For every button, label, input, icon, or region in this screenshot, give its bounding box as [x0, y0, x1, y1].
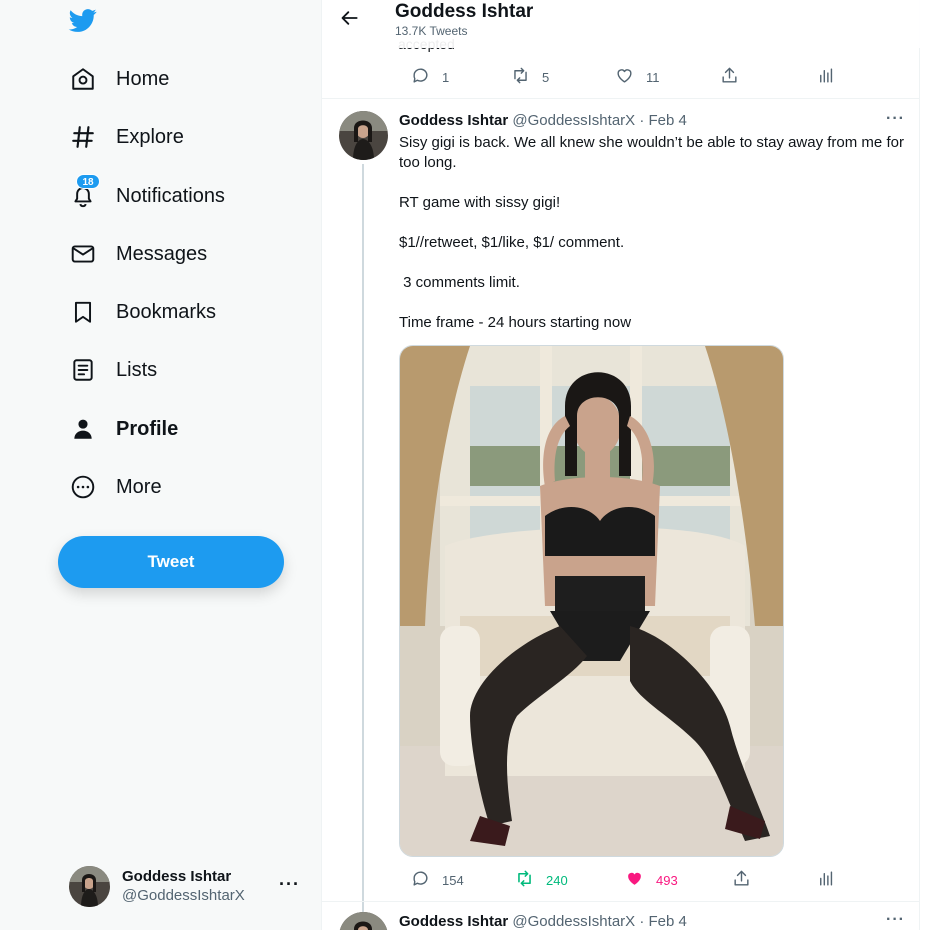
sidebar-item-label: Notifications	[116, 184, 225, 207]
tweet-author-name[interactable]: Goddess Ishtar	[399, 112, 508, 129]
more-circle-icon	[58, 465, 108, 509]
tweet-button[interactable]: Tweet	[58, 536, 284, 588]
analytics-button[interactable]	[804, 66, 835, 88]
tweet-more-icon[interactable]: ···	[886, 911, 905, 929]
reply-button[interactable]: 1	[399, 66, 449, 88]
profile-header-bar: Goddess Ishtar 13.7K Tweets	[322, 0, 920, 48]
thread-line	[362, 164, 364, 924]
tweet-paragraph: RT game with sissy gigi!	[399, 194, 561, 211]
person-icon	[58, 407, 108, 451]
timeline-column: Goddess Ishtar 13.7K Tweets accepted 1 5…	[321, 0, 920, 930]
page-title: Goddess Ishtar	[395, 1, 534, 22]
account-switcher[interactable]: Goddess Ishtar @GoddessIshtarX ···	[69, 864, 309, 908]
heart-filled-icon	[625, 869, 644, 891]
reply-count: 1	[442, 69, 450, 85]
share-icon	[732, 869, 751, 891]
account-name: Goddess Ishtar	[122, 868, 232, 885]
analytics-icon	[816, 66, 835, 88]
sidebar-item-explore[interactable]: Explore	[58, 115, 184, 159]
sidebar-item-messages[interactable]: Messages	[58, 232, 207, 276]
sidebar-item-profile[interactable]: Profile	[58, 407, 178, 451]
tweet-paragraph: 3 comments limit.	[399, 274, 520, 291]
avatar[interactable]	[339, 111, 388, 160]
scrollbar[interactable]	[920, 0, 936, 930]
sidebar-item-label: Bookmarks	[116, 300, 217, 323]
list-icon	[58, 348, 108, 392]
sidebar-item-label: Home	[116, 67, 170, 90]
tweet-paragraph: Time frame - 24 hours starting now	[399, 314, 632, 331]
tweet-author-meta[interactable]: @GoddessIshtarX · Feb 4	[512, 913, 686, 930]
sidebar-item-label: Messages	[116, 242, 208, 265]
sidebar-item-notifications[interactable]: 18 Notifications	[58, 174, 225, 218]
tweet-divider	[322, 98, 920, 99]
back-arrow-icon[interactable]	[340, 8, 362, 30]
sidebar-item-label: Profile	[116, 417, 179, 440]
reply-button[interactable]: 154	[399, 869, 464, 891]
tweet-paragraph: $1//retweet, $1/like, $1/ comment.	[399, 234, 625, 251]
retweet-button[interactable]: 240	[503, 869, 568, 891]
reply-icon	[411, 66, 430, 88]
sidebar: Home Explore 18 Notifications Messages B…	[0, 0, 321, 930]
like-button[interactable]: 493	[613, 869, 678, 891]
retweet-count: 240	[546, 872, 568, 888]
home-icon	[58, 57, 108, 101]
retweet-icon	[515, 869, 534, 891]
twitter-logo-icon[interactable]	[68, 6, 100, 34]
avatar	[69, 865, 110, 907]
tweet-author-meta[interactable]: @GoddessIshtarX · Feb 4	[512, 112, 686, 129]
share-icon	[720, 66, 739, 88]
retweet-button[interactable]: 5	[499, 66, 549, 88]
tweet-header: Goddess Ishtar @GoddessIshtarX · Feb 4	[399, 913, 687, 930]
heart-icon	[615, 66, 634, 88]
sidebar-item-home[interactable]: Home	[58, 57, 169, 101]
reply-count: 154	[442, 872, 464, 888]
analytics-button[interactable]	[804, 869, 835, 891]
like-count: 11	[646, 69, 660, 85]
analytics-icon	[816, 869, 835, 891]
bookmark-icon	[58, 290, 108, 334]
tweet-count: 13.7K Tweets	[395, 24, 468, 38]
tweet-more-icon[interactable]: ···	[886, 110, 905, 128]
sidebar-item-lists[interactable]: Lists	[58, 348, 157, 392]
account-more-icon[interactable]: ···	[279, 874, 300, 895]
avatar[interactable]	[339, 912, 388, 930]
like-button[interactable]: 11	[603, 66, 660, 88]
retweet-count: 5	[542, 69, 550, 85]
notification-badge: 18	[76, 174, 100, 189]
tweet-divider	[322, 901, 920, 902]
tweet-author-name[interactable]: Goddess Ishtar	[399, 913, 508, 930]
sidebar-item-label: Explore	[116, 125, 184, 148]
tweet-paragraph: Sisy gigi is back. We all knew she would…	[399, 134, 904, 171]
bell-icon: 18	[58, 174, 108, 218]
sidebar-item-bookmarks[interactable]: Bookmarks	[58, 290, 216, 334]
hashtag-icon	[58, 115, 108, 159]
sidebar-item-label: More	[116, 475, 162, 498]
tweet-text: Sisy gigi is back. We all knew she would…	[399, 133, 911, 353]
envelope-icon	[58, 232, 108, 276]
retweet-icon	[511, 66, 530, 88]
share-button[interactable]	[708, 66, 739, 88]
share-button[interactable]	[720, 869, 751, 891]
tweet-photo[interactable]	[399, 345, 784, 857]
sidebar-item-label: Lists	[116, 358, 158, 381]
sidebar-item-more[interactable]: More	[58, 465, 162, 509]
like-count: 493	[656, 872, 678, 888]
tweet-header: Goddess Ishtar @GoddessIshtarX · Feb 4	[399, 112, 687, 129]
reply-icon	[411, 869, 430, 891]
account-handle: @GoddessIshtarX	[122, 887, 245, 904]
